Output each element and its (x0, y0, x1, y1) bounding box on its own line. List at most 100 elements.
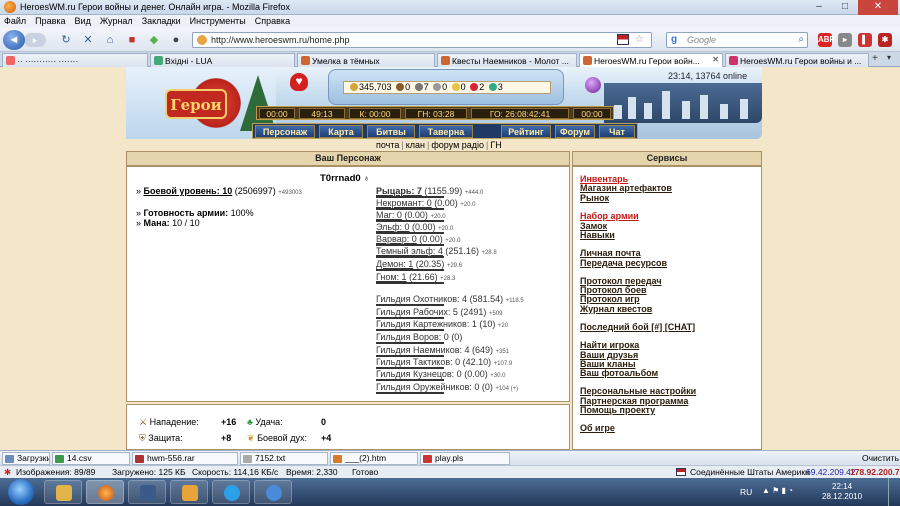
guild-tacticians: Гильдия Тактиков: 0 (42.10) +107.9 (376, 357, 513, 369)
tab-2[interactable]: Вхідні - LUA (150, 53, 295, 67)
taskbar-firefox[interactable] (86, 480, 124, 504)
menu-file[interactable]: Файл (0, 15, 31, 26)
game-logo[interactable]: Герои (165, 89, 227, 119)
tab-1[interactable]: ·· ··········· ······· (2, 53, 148, 67)
forward-button[interactable]: ▸ (24, 33, 46, 47)
timer-1[interactable]: 00:00 (259, 108, 295, 119)
link-about[interactable]: Об игре (580, 423, 615, 433)
taskbar-aimp[interactable] (170, 480, 208, 504)
url-bar[interactable]: http://www.heroeswm.ru/home.php ☆ (192, 32, 652, 48)
addon-icon-2[interactable]: ◆ (148, 34, 160, 46)
tab-4[interactable]: Квесты Наемников - Молот ... (437, 53, 577, 67)
search-box[interactable]: g Google ⌕ (666, 32, 808, 48)
reload-icon[interactable]: ↻ (60, 34, 72, 46)
downloads-label[interactable]: Загрузки (2, 452, 50, 465)
url-text: http://www.heroeswm.ru/home.php (211, 35, 350, 45)
back-button[interactable]: ◂ (3, 30, 25, 50)
menu-chat[interactable]: Чат (599, 125, 635, 138)
download-item[interactable]: ___(2).htm (330, 452, 418, 465)
link-forum-radio[interactable]: форум радіо (431, 140, 484, 150)
tab-5[interactable]: HeroesWM.ru Герои войн... ✕ (579, 53, 723, 68)
link-market[interactable]: Рынок (580, 193, 609, 203)
taskbar-skype[interactable] (212, 480, 250, 504)
search-icon[interactable]: ⌕ (798, 34, 804, 45)
status-ip1[interactable]: 69.42.209.42 (806, 466, 856, 478)
timer-k[interactable]: К: 00:00 (349, 108, 401, 119)
tab-6[interactable]: HeroesWM.ru Герои войны и ... (725, 53, 869, 67)
clock[interactable]: 22:14 28.12.2010 (822, 482, 862, 502)
char-info-icon[interactable]: ♁ (363, 173, 370, 183)
link-support[interactable]: Помощь проекту (580, 405, 655, 415)
link-recruit[interactable]: Набор армии (580, 211, 639, 221)
tray-icons[interactable]: ▲ ⚑ ▮ ◔ (762, 486, 793, 495)
download-item[interactable]: play.pls (420, 452, 510, 465)
download-item[interactable]: hwm-556.rar (132, 452, 238, 465)
link-artifact-shop[interactable]: Магазин артефактов (580, 183, 672, 193)
taskbar-app[interactable] (254, 480, 292, 504)
mana-row: » Мана: 10 / 10 (136, 218, 200, 228)
link-game-log[interactable]: Протокол игр (580, 294, 640, 304)
morale-stat: ❦ Боевой дух: +4 (247, 433, 332, 443)
stop-icon[interactable]: ✕ (82, 34, 94, 46)
tab-3[interactable]: Умелка в тёмных (297, 53, 435, 67)
timer-6[interactable]: 00:00 (573, 108, 611, 119)
taskbar: RU ▲ ⚑ ▮ ◔ 22:14 28.12.2010 (0, 478, 900, 506)
home-icon[interactable]: ⌂ (104, 34, 116, 46)
start-button[interactable] (8, 479, 34, 505)
menu-forum[interactable]: Форум (555, 125, 595, 138)
addon-icon-5[interactable]: ▌ (858, 33, 872, 47)
addon-icon[interactable]: ■ (126, 34, 138, 46)
link-gn[interactable]: ГН (490, 140, 501, 150)
minimize-button[interactable]: – (806, 0, 832, 15)
link-quest-log[interactable]: Журнал квестов (580, 304, 652, 314)
menu-history[interactable]: Журнал (96, 15, 138, 26)
heart-icon[interactable]: ♥ (290, 73, 308, 91)
menu-help[interactable]: Справка (251, 15, 295, 26)
link-last-battle[interactable]: Последний бой [#] [CHAT] (580, 322, 695, 332)
taskbar-explorer[interactable] (44, 480, 82, 504)
close-button[interactable]: ✕ (858, 0, 898, 15)
addon-icon-4[interactable]: ▸ (838, 33, 852, 47)
menu-tools[interactable]: Инструменты (186, 15, 251, 26)
addon-icon-6[interactable]: ✱ (878, 33, 892, 47)
status-ip2[interactable]: 178.92.200.76 (850, 466, 900, 478)
show-desktop-button[interactable] (888, 478, 900, 506)
link-photo-album[interactable]: Ваш фотоальбом (580, 368, 658, 378)
bookmark-star-icon[interactable]: ☆ (635, 34, 644, 45)
sword-icon: ⚔ (139, 417, 148, 427)
link-transfer[interactable]: Передача ресурсов (580, 258, 667, 268)
menu-battles[interactable]: Битвы (367, 125, 415, 138)
download-item[interactable]: 7152.txt (240, 452, 328, 465)
language-indicator[interactable]: RU (740, 487, 752, 497)
wings-icon: ❦ (247, 433, 255, 443)
link-find-player[interactable]: Найти игрока (580, 340, 639, 350)
timer-2[interactable]: 49:13 (299, 108, 345, 119)
timer-go[interactable]: ГО: 26:08:42:41 (471, 108, 569, 119)
download-item[interactable]: 14.csv (52, 452, 130, 465)
maximize-button[interactable]: □ (832, 0, 858, 15)
timer-gn[interactable]: ГН: 03:28 (405, 108, 467, 119)
tab-list-button[interactable]: ▾ (887, 53, 891, 62)
new-tab-button[interactable]: + (872, 53, 878, 64)
link-clan[interactable]: клан (406, 140, 425, 150)
luck-stat: ♣ Удача: 0 (247, 417, 327, 427)
menu-character[interactable]: Персонаж (255, 125, 315, 138)
taskbar-save[interactable] (128, 480, 166, 504)
menu-view[interactable]: Вид (71, 15, 96, 26)
character-name[interactable]: T0rrnad0 ♁ (320, 173, 370, 184)
link-settings[interactable]: Персональные настройки (580, 386, 696, 396)
addon-icon-3[interactable]: ● (170, 34, 182, 46)
adblock-icon[interactable]: ABP (818, 33, 835, 47)
menu-rating[interactable]: Рейтинг (501, 125, 551, 138)
menu-bookmarks[interactable]: Закладки (138, 15, 186, 26)
link-mail[interactable]: почта (376, 140, 399, 150)
menu-map[interactable]: Карта (319, 125, 363, 138)
faction-dark-elf: Темный эльф: 4 (251.16) +28.8 (376, 246, 497, 258)
menu-tavern[interactable]: Таверна (419, 125, 473, 138)
close-tab-icon[interactable]: ✕ (712, 55, 719, 64)
clear-downloads-button[interactable]: Очистить (862, 453, 899, 463)
link-skills[interactable]: Навыки (580, 230, 615, 240)
menu-edit[interactable]: Правка (31, 15, 70, 26)
link-private-mail[interactable]: Личная почта (580, 248, 641, 258)
city-art (604, 83, 762, 123)
